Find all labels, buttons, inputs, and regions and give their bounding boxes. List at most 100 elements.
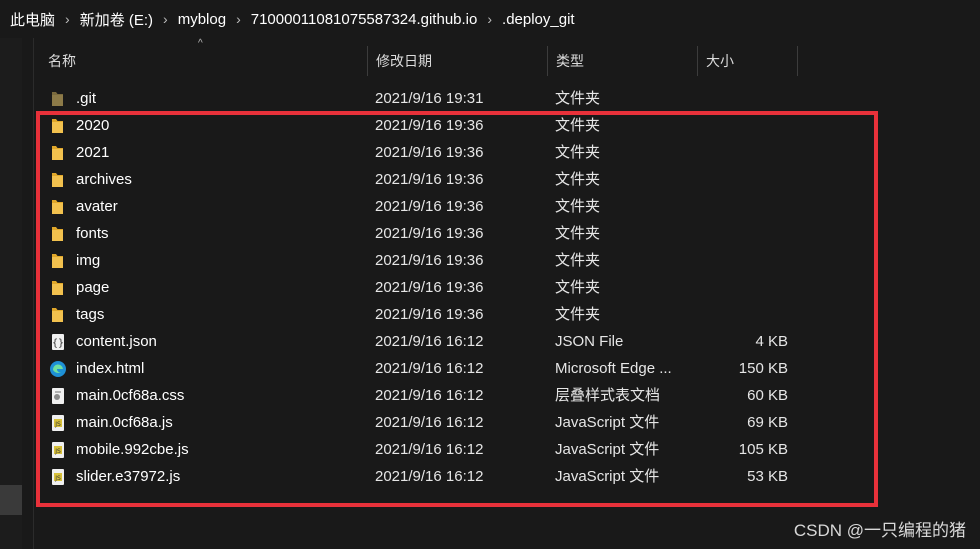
file-name: tags [76, 306, 105, 323]
file-row[interactable]: JS main.0cf68a.js 2021/9/16 16:12 JavaScrip… [34, 410, 980, 437]
file-date: 2021/9/16 16:12 [375, 468, 484, 485]
navigation-pane-selected-item[interactable] [0, 485, 22, 515]
edge-html-icon [49, 360, 67, 378]
column-header-date-label: 修改日期 [376, 53, 432, 69]
svg-text:{}: {} [52, 338, 64, 349]
file-row[interactable]: img 2021/9/16 19:36 文件夹 [34, 248, 980, 275]
file-date: 2021/9/16 19:36 [375, 117, 484, 134]
column-header-name-label: 名称 [48, 53, 76, 69]
column-header-type[interactable]: 类型 [548, 46, 698, 76]
file-row[interactable]: avater 2021/9/16 19:36 文件夹 [34, 194, 980, 221]
js-file-icon: JS [49, 441, 67, 459]
chevron-right-icon[interactable]: › [163, 11, 168, 27]
file-name: 2020 [76, 117, 110, 134]
file-type: 层叠样式表文档 [555, 387, 661, 404]
svg-text:JS: JS [54, 421, 61, 428]
breadcrumb-item-drive[interactable]: 新加卷 (E:) [80, 9, 153, 30]
breadcrumb: 此电脑 › 新加卷 (E:) › myblog › 71000011081075… [0, 0, 980, 38]
file-type: Microsoft Edge ... [555, 360, 672, 377]
file-type: 文件夹 [555, 144, 601, 161]
svg-text:JS: JS [54, 448, 61, 455]
file-type: 文件夹 [555, 225, 601, 242]
file-size: 150 KB [738, 360, 788, 377]
folder-icon [49, 198, 67, 216]
folder-icon [49, 252, 67, 270]
breadcrumb-item-repo[interactable]: 71000011081075587324.github.io [251, 11, 478, 28]
file-date: 2021/9/16 16:12 [375, 387, 484, 404]
file-row[interactable]: 2020 2021/9/16 19:36 文件夹 [34, 113, 980, 140]
json-file-icon: {} [49, 333, 67, 351]
file-date: 2021/9/16 19:36 [375, 225, 484, 242]
file-type: 文件夹 [555, 279, 601, 296]
file-name: main.0cf68a.css [76, 387, 185, 404]
file-type: JavaScript 文件 [555, 441, 660, 458]
file-type: JavaScript 文件 [555, 468, 660, 485]
file-date: 2021/9/16 19:36 [375, 144, 484, 161]
file-name: main.0cf68a.js [76, 414, 173, 431]
file-row[interactable]: .git 2021/9/16 19:31 文件夹 [34, 86, 980, 113]
breadcrumb-item-this-pc[interactable]: 此电脑 [10, 9, 55, 30]
file-row[interactable]: JS mobile.992cbe.js 2021/9/16 16:12 JavaScr… [34, 437, 980, 464]
watermark: CSDN @一只编程的猪 [793, 521, 966, 540]
folder-icon [49, 306, 67, 324]
file-name: avater [76, 198, 118, 215]
js-file-icon: JS [49, 414, 67, 432]
file-row[interactable]: fonts 2021/9/16 19:36 文件夹 [34, 221, 980, 248]
file-row[interactable]: {} content.json 2021/9/16 16:12 JSON File 4 … [34, 329, 980, 356]
column-header-name[interactable]: 名称 [34, 46, 368, 76]
column-header-size[interactable]: 大小 [698, 46, 798, 76]
file-name: index.html [76, 360, 145, 377]
file-date: 2021/9/16 19:36 [375, 306, 484, 323]
file-row[interactable]: archives 2021/9/16 19:36 文件夹 [34, 167, 980, 194]
column-header-date[interactable]: 修改日期 [368, 46, 548, 76]
file-size: 4 KB [755, 333, 788, 350]
svg-text:JS: JS [54, 475, 61, 482]
chevron-right-icon[interactable]: › [487, 11, 492, 27]
file-name: 2021 [76, 144, 110, 161]
column-header-row: ^ 名称 修改日期 类型 大小 [34, 38, 980, 76]
file-date: 2021/9/16 19:36 [375, 252, 484, 269]
file-date: 2021/9/16 19:36 [375, 279, 484, 296]
file-name: mobile.992cbe.js [76, 441, 189, 458]
chevron-right-icon[interactable]: › [65, 11, 70, 27]
file-size: 105 KB [738, 441, 788, 458]
file-name: fonts [76, 225, 109, 242]
file-name: archives [76, 171, 132, 188]
file-date: 2021/9/16 16:12 [375, 441, 484, 458]
chevron-right-icon[interactable]: › [236, 11, 241, 27]
file-date: 2021/9/16 16:12 [375, 360, 484, 377]
file-size: 53 KB [747, 468, 788, 485]
folder-icon [49, 117, 67, 135]
file-name: img [76, 252, 101, 269]
file-row[interactable]: 2021 2021/9/16 19:36 文件夹 [34, 140, 980, 167]
file-date: 2021/9/16 16:12 [375, 333, 484, 350]
file-name: page [76, 279, 110, 296]
file-list: .git 2021/9/16 19:31 文件夹 2020 2021/9/16 19:3… [34, 86, 980, 491]
file-type: 文件夹 [555, 306, 601, 323]
breadcrumb-item-myblog[interactable]: myblog [178, 11, 226, 28]
file-name: content.json [76, 333, 157, 350]
folder-icon [49, 144, 67, 162]
file-size: 60 KB [747, 387, 788, 404]
js-file-icon: JS [49, 468, 67, 486]
folder-icon [49, 279, 67, 297]
file-name: slider.e37972.js [76, 468, 181, 485]
navigation-pane[interactable] [0, 38, 22, 549]
css-file-icon [49, 387, 67, 405]
file-row[interactable]: main.0cf68a.css 2021/9/16 16:12 层叠样式表文档 60 … [34, 383, 980, 410]
file-row[interactable]: page 2021/9/16 19:36 文件夹 [34, 275, 980, 302]
file-type: JavaScript 文件 [555, 414, 660, 431]
file-type: JSON File [555, 333, 624, 350]
file-date: 2021/9/16 19:36 [375, 171, 484, 188]
column-header-size-label: 大小 [706, 53, 734, 69]
folder-icon [49, 225, 67, 243]
file-row[interactable]: JS slider.e37972.js 2021/9/16 16:12 JavaScr… [34, 464, 980, 491]
file-type: 文件夹 [555, 117, 601, 134]
file-size: 69 KB [747, 414, 788, 431]
file-date: 2021/9/16 16:12 [375, 414, 484, 431]
file-row[interactable]: index.html 2021/9/16 16:12 Microsoft Edge … [34, 356, 980, 383]
breadcrumb-item-deploy-git[interactable]: .deploy_git [502, 11, 575, 28]
file-row[interactable]: tags 2021/9/16 19:36 文件夹 [34, 302, 980, 329]
file-type: 文件夹 [555, 171, 601, 188]
folder-icon [49, 171, 67, 189]
